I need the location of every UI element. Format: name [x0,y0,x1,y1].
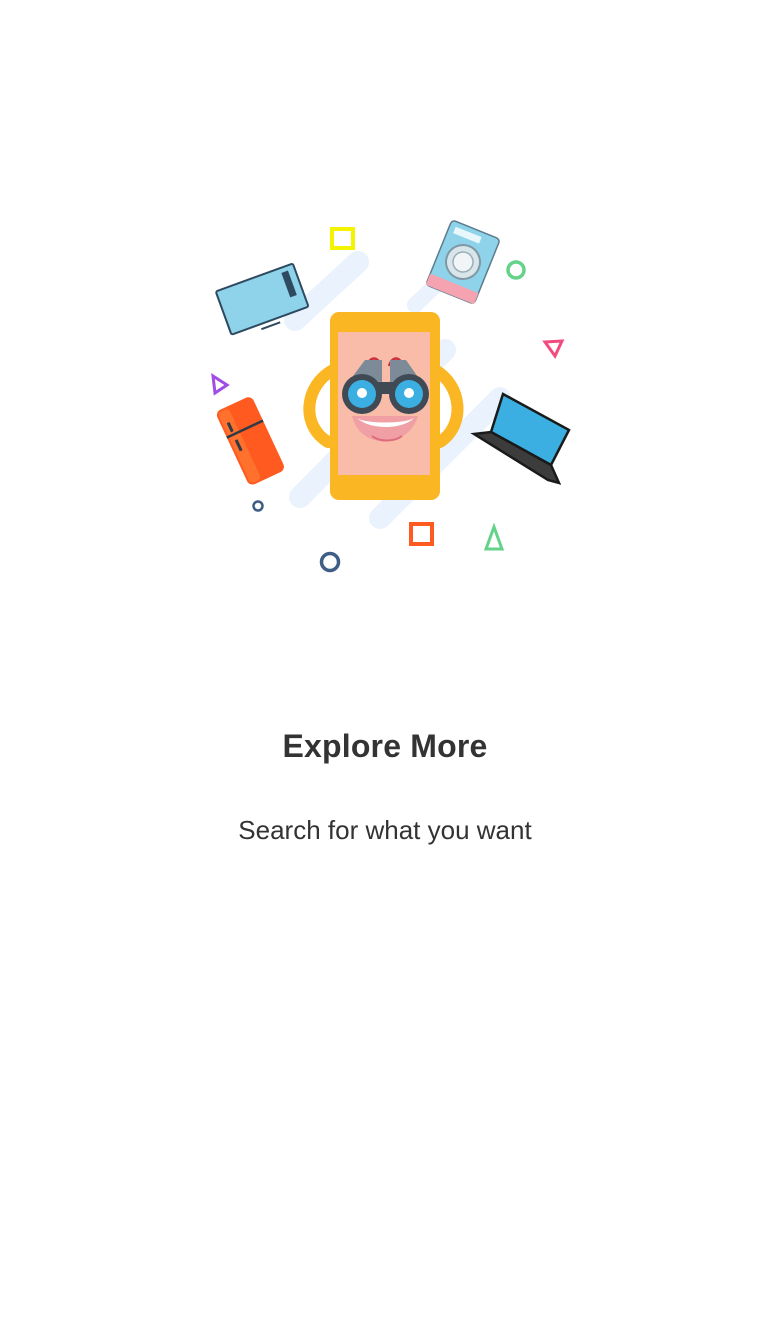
yellow-square-shape [330,227,355,250]
purple-triangle-shape [211,373,230,396]
onboarding-subtitle: Search for what you want [238,815,532,845]
pink-triangle-shape [542,339,565,359]
green-hexagon-outline [506,260,526,280]
small-navy-hex-shape [252,500,264,512]
green-triangle-shape [483,522,505,551]
fridge-icon [216,397,284,485]
explore-illustration [200,210,580,590]
orange-square-shape [409,522,434,546]
onboarding-title: Explore More [282,728,488,764]
navy-hex-shape [319,551,341,573]
onboarding-screen: Explore More Search for what you want [0,0,770,1334]
phone-mascot-icon [303,312,464,500]
